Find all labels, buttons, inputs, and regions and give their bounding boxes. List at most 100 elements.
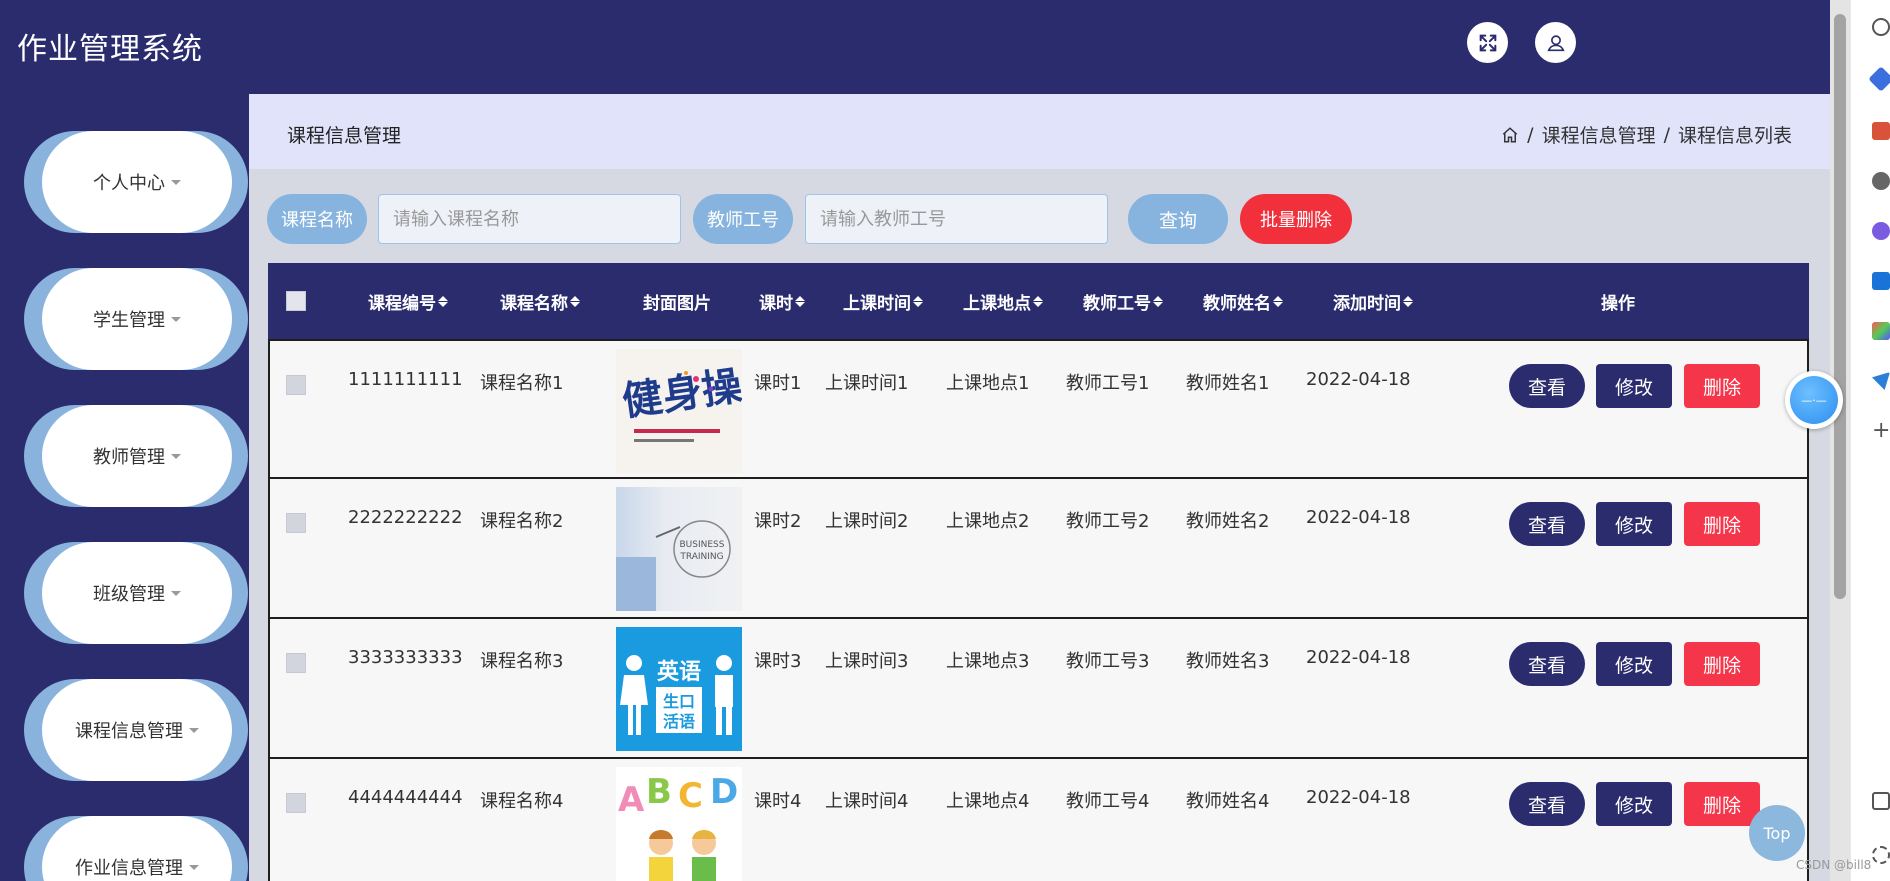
delete-button[interactable]: 删除 xyxy=(1684,642,1760,686)
cover-image[interactable]: A B C D xyxy=(616,767,742,881)
sidebar-item-label: 学生管理 xyxy=(93,310,165,331)
sidebar-item-courses[interactable]: 课程信息管理 xyxy=(24,679,248,781)
teacher-id-input[interactable] xyxy=(805,194,1108,244)
sort-icon xyxy=(1403,295,1413,307)
query-button[interactable]: 查询 xyxy=(1128,194,1228,244)
cover-image[interactable]: 健身操 xyxy=(616,349,742,473)
cell-location: 上课地点1 xyxy=(946,373,1030,394)
sort-icon xyxy=(570,295,580,307)
cell-course-name: 课程名称1 xyxy=(480,373,564,394)
floating-assistant-button[interactable]: —·— xyxy=(1785,371,1843,429)
cover-image[interactable]: 英语 生口 活语 xyxy=(616,627,742,751)
user-icon xyxy=(1546,34,1565,51)
sidebar-item-label: 作业信息管理 xyxy=(75,858,183,879)
cell-course-id: 4444444444 xyxy=(348,787,463,808)
office-icon[interactable] xyxy=(1872,222,1890,240)
column-header-hours[interactable]: 课时 xyxy=(752,263,812,339)
view-button[interactable]: 查看 xyxy=(1509,364,1585,408)
cell-class-time: 上课时间2 xyxy=(825,511,909,532)
sidebar-item-teachers[interactable]: 教师管理 xyxy=(24,405,248,507)
row-checkbox[interactable] xyxy=(286,375,306,395)
cell-class-time: 上课时间3 xyxy=(825,651,909,672)
column-header-location[interactable]: 上课地点 xyxy=(944,263,1062,339)
chevron-down-icon xyxy=(171,179,181,185)
svg-text:B: B xyxy=(646,772,672,812)
cell-added-time: 2022-04-18 xyxy=(1306,787,1411,808)
business-training-cover-art: BUSINESS TRAINING xyxy=(616,520,731,611)
search-icon[interactable] xyxy=(1872,18,1890,36)
svg-text:C: C xyxy=(678,776,703,816)
chevron-down-icon xyxy=(171,453,181,459)
send-icon[interactable] xyxy=(1872,372,1890,390)
home-icon[interactable] xyxy=(1501,126,1519,144)
add-icon[interactable]: + xyxy=(1872,420,1890,442)
breadcrumb-item[interactable]: 课程信息管理 xyxy=(1542,121,1656,148)
cell-added-time: 2022-04-18 xyxy=(1306,647,1411,668)
sidebar-item-label: 班级管理 xyxy=(93,584,165,605)
edit-button[interactable]: 修改 xyxy=(1596,782,1672,826)
table-row: 3333333333 课程名称3 英语 生口 活语 课时3 上课时间3 上课地点… xyxy=(268,619,1809,759)
column-header-course-name[interactable]: 课程名称 xyxy=(480,263,600,339)
svg-text:TRAINING: TRAINING xyxy=(679,552,723,562)
course-name-input[interactable] xyxy=(378,194,681,244)
breadcrumb-separator: / xyxy=(1527,123,1534,146)
cell-added-time: 2022-04-18 xyxy=(1306,369,1411,390)
sort-icon xyxy=(1273,295,1283,307)
games-icon[interactable] xyxy=(1872,322,1890,340)
cover-image[interactable]: BUSINESS TRAINING xyxy=(616,487,742,611)
chevron-down-icon xyxy=(189,727,199,733)
column-header-teacher-id[interactable]: 教师工号 xyxy=(1064,263,1182,339)
edit-button[interactable]: 修改 xyxy=(1596,642,1672,686)
cell-hours: 课时3 xyxy=(754,651,802,672)
sidebar-item-homework[interactable]: 作业信息管理 xyxy=(24,816,248,881)
abcd-cover-art: A B C D xyxy=(618,772,738,881)
cell-hours: 课时1 xyxy=(754,373,802,394)
cell-location: 上课地点2 xyxy=(946,511,1030,532)
breadcrumb-item: 课程信息列表 xyxy=(1677,125,1792,147)
toolbox-icon[interactable] xyxy=(1872,122,1890,140)
column-header-course-id[interactable]: 课程编号 xyxy=(348,263,468,339)
row-checkbox[interactable] xyxy=(286,513,306,533)
table-header: 课程编号 课程名称 封面图片 课时 上课时间 上课地点 教师工号 教师姓名 添加… xyxy=(268,263,1809,339)
view-button[interactable]: 查看 xyxy=(1509,782,1585,826)
cell-added-time: 2022-04-18 xyxy=(1306,507,1411,528)
sort-icon xyxy=(1153,295,1163,307)
chevron-down-icon xyxy=(189,864,199,870)
edit-button[interactable]: 修改 xyxy=(1596,364,1672,408)
row-checkbox[interactable] xyxy=(286,653,306,673)
back-to-top-button[interactable]: Top xyxy=(1749,805,1805,861)
view-button[interactable]: 查看 xyxy=(1509,502,1585,546)
cell-course-id: 1111111111 xyxy=(348,369,463,390)
delete-button[interactable]: 删除 xyxy=(1684,782,1760,826)
scrollbar-thumb[interactable] xyxy=(1834,14,1846,599)
delete-button[interactable]: 删除 xyxy=(1684,502,1760,546)
profile-icon[interactable] xyxy=(1872,172,1890,190)
cell-teacher-name: 教师姓名4 xyxy=(1186,791,1270,812)
column-header-teacher-name[interactable]: 教师姓名 xyxy=(1184,263,1302,339)
outlook-icon[interactable] xyxy=(1872,272,1890,290)
bing-icon[interactable] xyxy=(1868,66,1890,92)
cell-teacher-id: 教师工号2 xyxy=(1066,511,1150,532)
sidebar-item-label: 教师管理 xyxy=(93,447,165,468)
user-button[interactable] xyxy=(1535,22,1576,63)
cover-calligraphy: 健身操 xyxy=(619,362,742,425)
fitness-cover-art: 健身操 xyxy=(619,362,742,442)
svg-text:生口: 生口 xyxy=(663,692,695,711)
settings-icon[interactable] xyxy=(1872,846,1890,864)
fullscreen-button[interactable] xyxy=(1467,22,1508,63)
select-all-checkbox[interactable] xyxy=(286,291,306,311)
cell-course-name: 课程名称3 xyxy=(480,651,564,672)
edit-button[interactable]: 修改 xyxy=(1596,502,1672,546)
batch-delete-button[interactable]: 批量删除 xyxy=(1240,194,1352,244)
sidebar-item-students[interactable]: 学生管理 xyxy=(24,268,248,370)
row-checkbox[interactable] xyxy=(286,793,306,813)
column-header-added-time[interactable]: 添加时间 xyxy=(1304,263,1442,339)
screenshot-icon[interactable] xyxy=(1872,792,1890,810)
cell-location: 上课地点4 xyxy=(946,791,1030,812)
sidebar-item-classes[interactable]: 班级管理 xyxy=(24,542,248,644)
column-header-class-time[interactable]: 上课时间 xyxy=(823,263,943,339)
column-header-actions: 操作 xyxy=(1601,293,1635,314)
sidebar-item-profile[interactable]: 个人中心 xyxy=(24,131,248,233)
view-button[interactable]: 查看 xyxy=(1509,642,1585,686)
delete-button[interactable]: 删除 xyxy=(1684,364,1760,408)
